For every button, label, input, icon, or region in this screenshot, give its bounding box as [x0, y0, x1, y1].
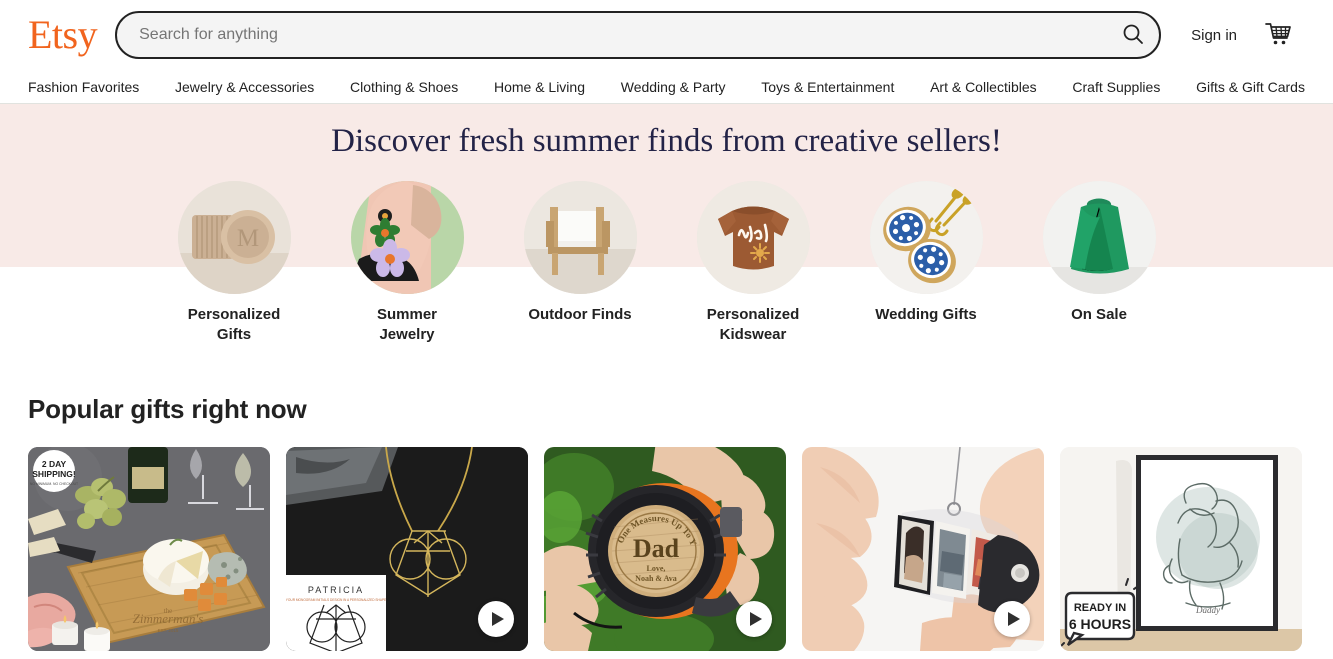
gift-card-framed-line-art-print[interactable]: Daddy READY IN 6 HOURS — [1060, 447, 1302, 652]
card-image-cheese-board: the Zimmerman's EST. 2015 2 DAY SHIPPING… — [28, 447, 270, 652]
gift-card-monogram-necklace[interactable]: PATRICIA YOUR MONOGRAM INITIALS DESIGN I… — [286, 447, 528, 652]
search-bar[interactable] — [115, 11, 1162, 59]
svg-text:Noah & Ava: Noah & Ava — [635, 574, 677, 583]
promo-banner: Discover fresh summer finds from creativ… — [0, 104, 1333, 360]
nav-item-art-collectibles[interactable]: Art & Collectibles — [930, 79, 1037, 95]
svg-text:YOUR MONOGRAM INITIALS DESIGN: YOUR MONOGRAM INITIALS DESIGN IN A PERSO… — [286, 598, 386, 602]
card-image-framed-print: Daddy READY IN 6 HOURS — [1060, 447, 1302, 652]
nav-item-clothing-shoes[interactable]: Clothing & Shoes — [350, 79, 458, 95]
category-label: Personalized Kidswear — [706, 305, 800, 343]
search-button[interactable] — [1113, 15, 1153, 55]
svg-text:Zimmerman's: Zimmerman's — [133, 611, 204, 626]
svg-text:Love,: Love, — [647, 564, 666, 573]
sign-in-link[interactable]: Sign in — [1191, 27, 1237, 44]
header-actions: Sign in — [1191, 20, 1297, 50]
nav-item-gifts-gift-cards[interactable]: Gifts & Gift Cards — [1196, 79, 1305, 95]
svg-text:M: M — [236, 225, 258, 252]
nav-item-toys-entertainment[interactable]: Toys & Entertainment — [761, 79, 894, 95]
search-input[interactable] — [139, 13, 1114, 57]
cart-button[interactable] — [1263, 20, 1293, 50]
category-wedding-gifts[interactable]: Wedding Gifts — [869, 180, 983, 345]
category-label: Outdoor Finds — [528, 305, 632, 323]
category-personalized-gifts[interactable]: M Personalized Gifts — [177, 180, 291, 345]
category-summer-jewelry[interactable]: Summer Jewelry — [350, 180, 464, 345]
popular-gifts-card-list: the Zimmerman's EST. 2015 2 DAY SHIPPING… — [28, 447, 1305, 652]
gift-card-photo-album-keychain[interactable] — [802, 447, 1044, 652]
svg-text:SHIPPING!: SHIPPING! — [32, 469, 76, 479]
svg-text:Daddy: Daddy — [1195, 605, 1220, 615]
nav-item-wedding-party[interactable]: Wedding & Party — [621, 79, 726, 95]
category-label: Wedding Gifts — [875, 305, 977, 323]
category-on-sale[interactable]: On Sale — [1042, 180, 1156, 345]
category-image-green-tote-bag — [1042, 180, 1156, 294]
gift-card-cheese-board[interactable]: the Zimmerman's EST. 2015 2 DAY SHIPPING… — [28, 447, 270, 652]
svg-text:6 HOURS: 6 HOURS — [1069, 616, 1131, 632]
category-image-monogram-box: M — [177, 180, 291, 294]
category-label: On Sale — [1071, 305, 1127, 323]
category-image-oyster-dishes — [869, 180, 983, 294]
nav-item-home-living[interactable]: Home & Living — [494, 79, 585, 95]
svg-text:READY IN: READY IN — [1074, 602, 1126, 614]
nav-item-jewelry-accessories[interactable]: Jewelry & Accessories — [175, 79, 314, 95]
nav-item-craft-supplies[interactable]: Craft Supplies — [1072, 79, 1160, 95]
svg-text:Dad: Dad — [633, 534, 680, 563]
svg-text:PATRICIA: PATRICIA — [308, 585, 364, 595]
category-label: Summer Jewelry — [376, 305, 438, 343]
category-outdoor-finds[interactable]: Outdoor Finds — [523, 180, 637, 345]
popular-gifts-section: Popular gifts right now the Zimmerman's … — [0, 394, 1333, 652]
category-personalized-kidswear[interactable]: Personalized Kidswear — [696, 180, 810, 345]
svg-text:NO MINIMUM. NO CHECKOUT: NO MINIMUM. NO CHECKOUT — [30, 482, 78, 486]
gift-card-engraved-tape-measure[interactable]: No One Measures Up To You Dad Love, Noah… — [544, 447, 786, 652]
section-title-popular-gifts: Popular gifts right now — [28, 394, 307, 425]
svg-text:2 DAY: 2 DAY — [42, 459, 67, 469]
svg-text:EST. 2015: EST. 2015 — [158, 628, 179, 633]
search-icon — [1121, 22, 1145, 49]
category-image-kids-sweater — [696, 180, 810, 294]
banner-headline: Discover fresh summer finds from creativ… — [331, 123, 1002, 159]
shopping-cart-icon — [1264, 21, 1292, 50]
category-label: Personalized Gifts — [187, 305, 281, 343]
category-image-outdoor-chair — [523, 180, 637, 294]
nav-item-fashion-favorites[interactable]: Fashion Favorites — [28, 79, 139, 95]
category-circle-list: M Personalized Gifts Summer Jewelry Outd… — [0, 180, 1333, 361]
category-image-floral-earrings — [350, 180, 464, 294]
category-nav: Fashion Favorites Jewelry & Accessories … — [0, 70, 1333, 104]
site-header: Etsy Sign in — [0, 0, 1333, 70]
etsy-logo[interactable]: Etsy — [28, 15, 98, 55]
